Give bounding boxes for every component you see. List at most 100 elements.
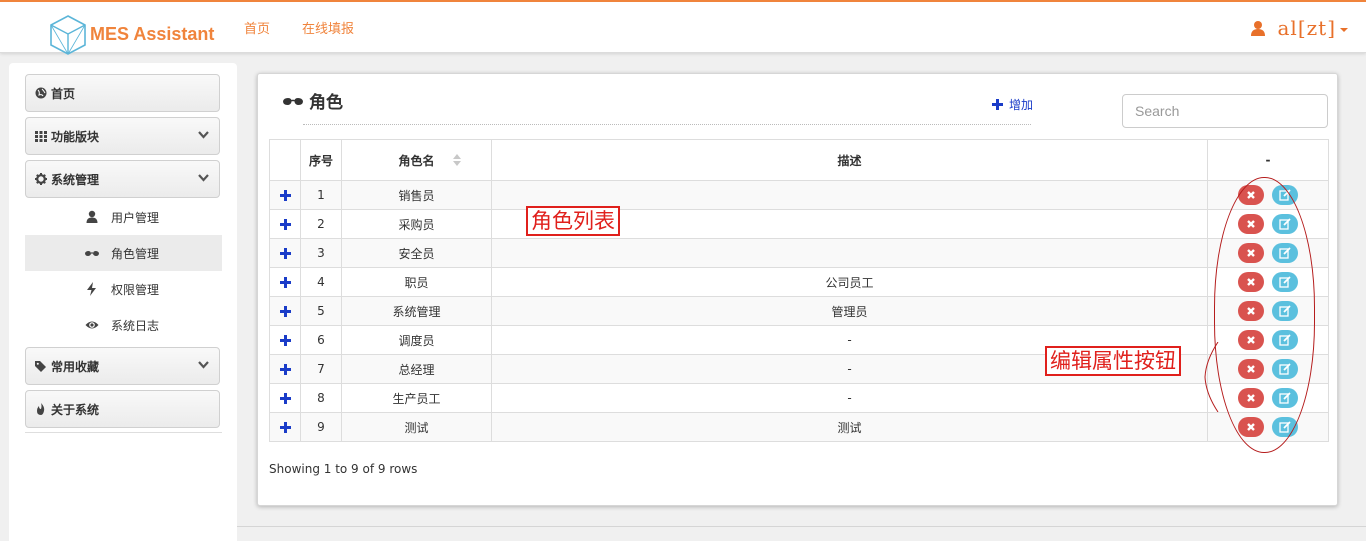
nav-online-report[interactable]: 在线填报 [302,18,354,37]
plus-icon[interactable] [279,218,291,230]
user-icon [1250,21,1265,36]
sidebar-item-system-management[interactable]: 系统管理 [25,160,220,198]
page-title-text: 角色 [309,93,343,113]
user-menu[interactable]: al[zt] [1250,16,1348,40]
row-number: 2 [300,209,342,239]
role-name: 系统管理 [341,296,492,326]
add-role-button[interactable]: 增加 [992,96,1033,113]
sidebar-item-label: 系统日志 [111,318,160,333]
plus-icon[interactable] [279,392,291,404]
top-navbar: MES Assistant 首页 在线填报 al[zt] [0,0,1366,55]
plus-icon[interactable] [279,189,291,201]
sidebar-divider [25,432,222,433]
expand-cell[interactable] [269,383,301,413]
nav-home[interactable]: 首页 [244,18,270,37]
grid-icon [35,131,47,142]
column-header-role-name[interactable]: 角色名 [341,139,492,181]
glasses-icon [283,97,303,105]
column-header-expand [269,139,301,181]
sidebar-item-about[interactable]: 关于系统 [25,390,220,428]
page-title: 角色 [283,88,343,113]
role-name: 生产员工 [341,383,492,413]
globe-icon [35,87,47,99]
role-name: 采购员 [341,209,492,239]
expand-cell[interactable] [269,267,301,297]
sidebar-item-home[interactable]: 首页 [25,74,220,112]
role-name: 测试 [341,412,492,442]
row-number: 3 [300,238,342,268]
sidebar-item-label: 角色管理 [111,246,160,261]
role-description: 公司员工 [491,267,1208,297]
role-description: 测试 [491,412,1208,442]
plus-icon[interactable] [279,247,291,259]
gear-icon [35,173,47,185]
sort-icon [453,153,462,166]
role-name: 安全员 [341,238,492,268]
expand-cell[interactable] [269,180,301,210]
expand-cell[interactable] [269,296,301,326]
sidebar-item-label: 系统管理 [51,172,100,187]
sidebar: 首页 功能版块 系统管理 用户管理 角色管理 权限管理 系统日志 常用收藏 关于… [9,63,237,541]
column-header-label: 角色名 [398,153,435,168]
pagination-info: Showing 1 to 9 of 9 rows [269,462,418,476]
expand-cell[interactable] [269,412,301,442]
chevron-down-icon [198,361,209,369]
sidebar-item-modules[interactable]: 功能版块 [25,117,220,155]
table-row: 3 安全员 [269,238,1329,268]
sidebar-item-user-management[interactable]: 用户管理 [25,199,222,235]
role-description: 管理员 [491,296,1208,326]
table-row: 8 生产员工 - [269,383,1329,413]
role-name: 职员 [341,267,492,297]
annotation-pointer [1204,342,1219,412]
expand-cell[interactable] [269,325,301,355]
expand-cell[interactable] [269,209,301,239]
sidebar-item-permission-management[interactable]: 权限管理 [25,271,222,307]
table-row: 2 采购员 [269,209,1329,239]
plus-icon[interactable] [279,334,291,346]
brand-name[interactable]: MES Assistant [90,24,214,45]
table-row: 9 测试 测试 [269,412,1329,442]
row-number: 7 [300,354,342,384]
table-row: 5 系统管理 管理员 [269,296,1329,326]
sidebar-item-role-management[interactable]: 角色管理 [25,235,222,271]
row-number: 8 [300,383,342,413]
plus-icon[interactable] [279,276,291,288]
table-row: 1 销售员 [269,180,1329,210]
role-panel: 角色 增加 序号 角色名 描述 - 1销售员2采购员3安全 [257,73,1338,506]
plus-icon[interactable] [279,421,291,433]
role-table: 序号 角色名 描述 - 1 销售员 2 采购员 3 安全员 4 职员 公司员工 5 系统管理 管理员 6… [269,139,1329,442]
glasses-icon [85,251,99,256]
title-divider [303,124,1031,125]
table-body: 1 销售员 2 采购员 3 安全员 4 职员 公司员工 5 系统管理 管理员 6 调度员 -7 总经理 -8 生产… [269,180,1329,442]
row-number: 4 [300,267,342,297]
sidebar-item-label: 功能版块 [51,129,100,144]
plus-icon[interactable] [279,363,291,375]
user-name: al[zt] [1277,16,1336,40]
fire-icon [37,403,45,415]
search-input[interactable] [1122,94,1328,128]
table-row: 4 职员 公司员工 [269,267,1329,297]
row-number: 9 [300,412,342,442]
plus-icon[interactable] [279,305,291,317]
expand-cell[interactable] [269,354,301,384]
sidebar-item-favorites[interactable]: 常用收藏 [25,347,220,385]
column-header-number[interactable]: 序号 [300,139,342,181]
add-role-label: 增加 [1009,98,1034,112]
bolt-icon [87,282,96,296]
row-number: 6 [300,325,342,355]
sidebar-item-label: 关于系统 [51,402,100,417]
table-header: 序号 角色名 描述 - [269,139,1329,181]
chevron-down-icon [198,174,209,182]
sidebar-item-label: 用户管理 [111,210,160,225]
column-header-description[interactable]: 描述 [491,139,1208,181]
annotation-role-list: 角色列表 [526,206,620,236]
expand-cell[interactable] [269,238,301,268]
role-name: 销售员 [341,180,492,210]
user-icon [86,210,98,223]
role-name: 总经理 [341,354,492,384]
role-name: 调度员 [341,325,492,355]
tags-icon [35,361,46,372]
role-description [491,238,1208,268]
sidebar-item-system-log[interactable]: 系统日志 [25,307,222,343]
column-header-actions: - [1207,139,1329,181]
